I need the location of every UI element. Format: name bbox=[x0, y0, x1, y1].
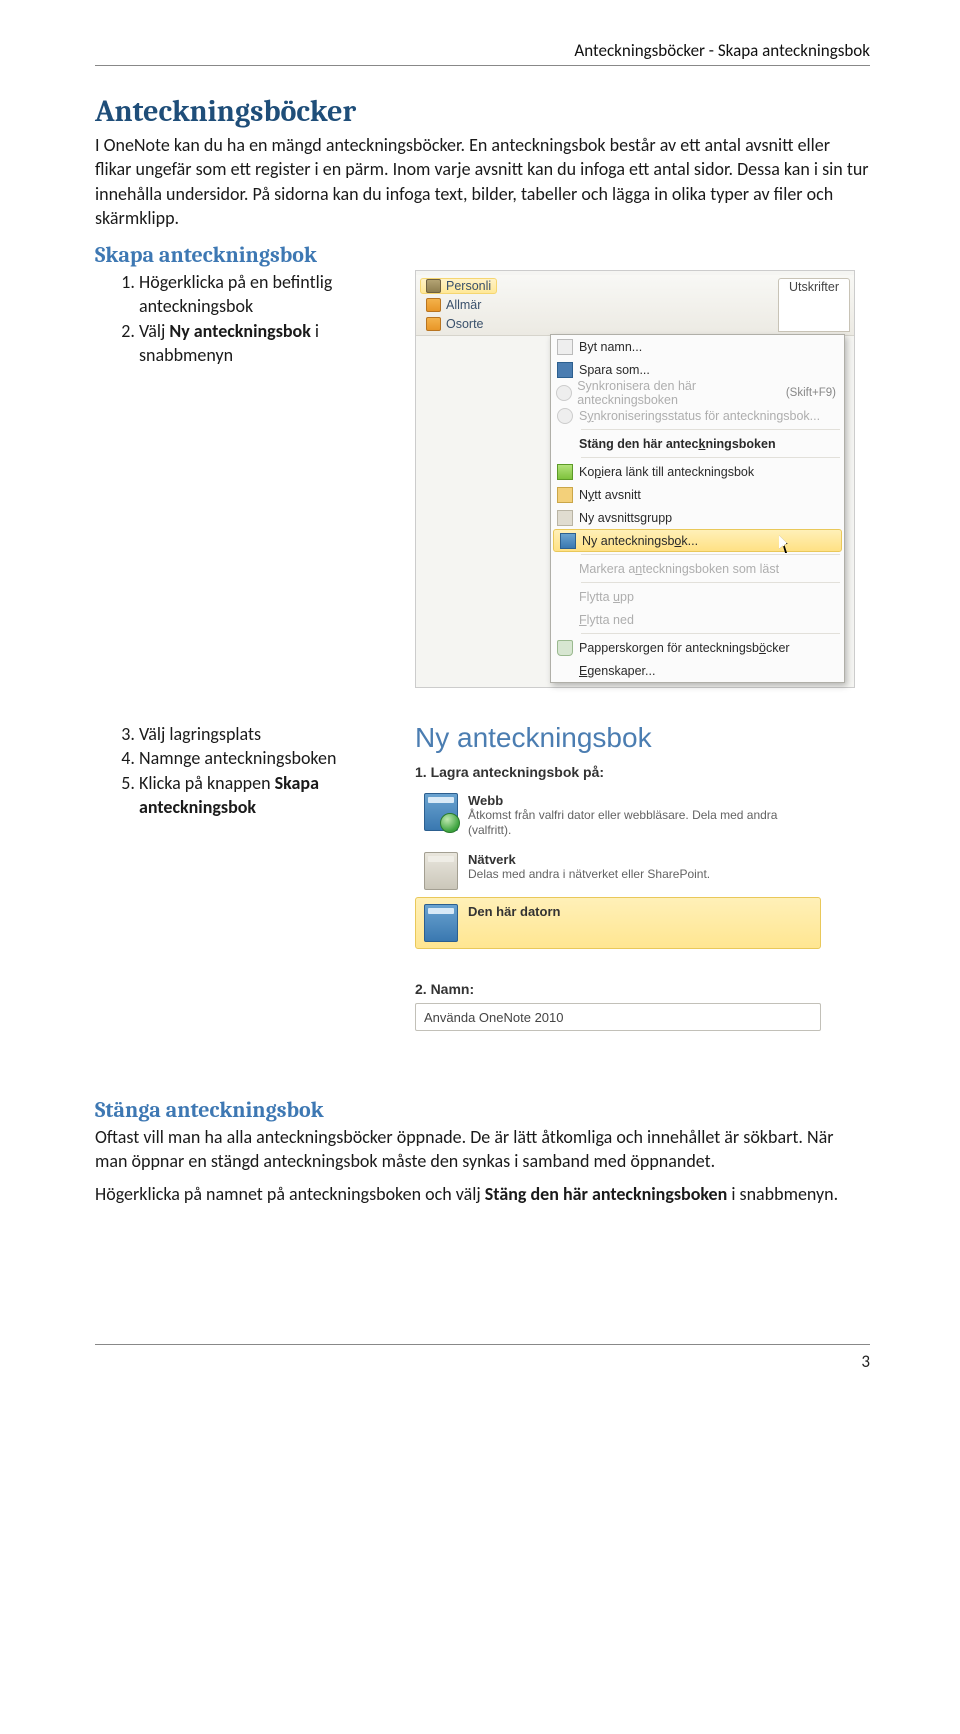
store-option-name: Webb bbox=[468, 793, 812, 808]
notebook-label: Osorte bbox=[446, 317, 484, 331]
step-5: Klicka på knappen Skapa anteckningsbok bbox=[139, 771, 405, 820]
footer-rule bbox=[95, 1344, 870, 1345]
heading-create: Skapa anteckningsbok bbox=[95, 242, 870, 268]
step-2: Välj Ny anteckningsbok i snabbmenyn bbox=[139, 319, 405, 368]
step-3: Välj lagringsplats bbox=[139, 722, 405, 746]
menu-new-section-group[interactable]: Ny avsnittsgrupp bbox=[551, 506, 844, 529]
store-option-desc: Åtkomst från valfri dator eller webbläsa… bbox=[468, 808, 812, 838]
menu-new-section[interactable]: Nytt avsnitt bbox=[551, 483, 844, 506]
steps-list-2: Välj lagringsplats Namnge anteckningsbok… bbox=[95, 722, 405, 819]
notebook-label: Personli bbox=[446, 279, 491, 293]
menu-recycle-bin[interactable]: Papperskorgen för anteckningsböcker bbox=[551, 636, 844, 659]
step-1: Högerklicka på en befintlig anteckningsb… bbox=[139, 270, 405, 319]
notebook-item-personlig[interactable]: Personli bbox=[420, 278, 497, 294]
intro-paragraph: I OneNote kan du ha en mängd antecknings… bbox=[95, 133, 870, 230]
page-number: 3 bbox=[95, 1351, 870, 1372]
menu-close-notebook[interactable]: Stäng den här anteckningsboken bbox=[551, 432, 844, 455]
sync-status-icon bbox=[551, 408, 579, 424]
menu-mark-read: Markera anteckningsboken som läst bbox=[551, 557, 844, 580]
section-icon bbox=[426, 298, 441, 312]
menu-new-notebook[interactable]: Ny anteckningsbok... bbox=[553, 529, 842, 552]
menu-move-down: Flytta ned bbox=[551, 608, 844, 631]
save-icon bbox=[551, 362, 579, 378]
close-paragraph-1: Oftast vill man ha alla anteckningsböcke… bbox=[95, 1125, 870, 1174]
link-icon bbox=[551, 464, 579, 480]
new-notebook-icon bbox=[554, 533, 582, 549]
store-option-network[interactable]: Nätverk Delas med andra i nätverket elle… bbox=[415, 845, 821, 897]
new-section-group-icon bbox=[551, 510, 579, 526]
header-path: Anteckningsböcker - Skapa anteckningsbok bbox=[95, 40, 870, 61]
notebook-item-osort[interactable]: Osorte bbox=[420, 316, 497, 332]
menu-copy-link[interactable]: Kopiera länk till anteckningsbok bbox=[551, 460, 844, 483]
new-section-icon bbox=[551, 487, 579, 503]
context-menu: Byt namn... Spara som... Synkronisera de… bbox=[550, 334, 845, 683]
screenshot-context-menu: Personli Allmär Osorte Utskrifter bbox=[415, 270, 855, 688]
wizard-step-1-label: 1. Lagra anteckningsbok på: bbox=[415, 764, 821, 780]
notebook-name-input[interactable] bbox=[415, 1003, 821, 1031]
close-p2-bold: Stäng den här anteckningsboken bbox=[485, 1183, 727, 1205]
heading-1: Anteckningsböcker bbox=[95, 94, 870, 129]
steps-list-1: Högerklicka på en befintlig anteckningsb… bbox=[95, 270, 405, 367]
step-2-bold: Ny anteckningsbok bbox=[169, 320, 311, 342]
store-option-web[interactable]: Webb Åtkomst från valfri dator eller web… bbox=[415, 786, 821, 845]
section-icon bbox=[426, 317, 441, 331]
menu-sync-status: Synkroniseringsstatus för anteckningsbok… bbox=[551, 404, 844, 427]
web-icon bbox=[424, 793, 458, 831]
network-icon bbox=[424, 852, 458, 890]
store-option-desc: Delas med andra i nätverket eller ShareP… bbox=[468, 867, 710, 882]
close-p2-a: Högerklicka på namnet på anteckningsboke… bbox=[95, 1183, 485, 1205]
recycle-bin-icon bbox=[551, 640, 579, 656]
menu-properties[interactable]: Egenskaper... bbox=[551, 659, 844, 682]
step-2-pre: Välj bbox=[139, 320, 169, 342]
close-p2-c: i snabbmenyn. bbox=[727, 1183, 838, 1205]
menu-sync: Synkronisera den här anteckningsboken (S… bbox=[551, 381, 844, 404]
close-paragraph-2: Högerklicka på namnet på anteckningsboke… bbox=[95, 1182, 870, 1206]
notebook-icon bbox=[426, 279, 441, 293]
menu-rename[interactable]: Byt namn... bbox=[551, 335, 844, 358]
this-pc-icon bbox=[424, 904, 458, 942]
screenshot-new-notebook-wizard: Ny anteckningsbok 1. Lagra anteckningsbo… bbox=[415, 722, 821, 1031]
sync-icon bbox=[551, 385, 577, 401]
store-option-name: Den här datorn bbox=[468, 904, 560, 919]
notebook-item-allman[interactable]: Allmär bbox=[420, 297, 497, 313]
store-option-this-pc[interactable]: Den här datorn bbox=[415, 897, 821, 949]
wizard-step-2-label: 2. Namn: bbox=[415, 981, 821, 997]
menu-move-up: Flytta upp bbox=[551, 585, 844, 608]
header-rule bbox=[95, 65, 870, 66]
notebook-label: Allmär bbox=[446, 298, 481, 312]
wizard-title: Ny anteckningsbok bbox=[415, 722, 821, 754]
tab-utskrifter[interactable]: Utskrifter bbox=[778, 278, 850, 332]
heading-close: Stänga anteckningsbok bbox=[95, 1097, 870, 1123]
store-option-name: Nätverk bbox=[468, 852, 710, 867]
step-5-pre: Klicka på knappen bbox=[139, 772, 275, 794]
rename-icon bbox=[551, 339, 579, 355]
step-4: Namnge anteckningsboken bbox=[139, 746, 405, 770]
